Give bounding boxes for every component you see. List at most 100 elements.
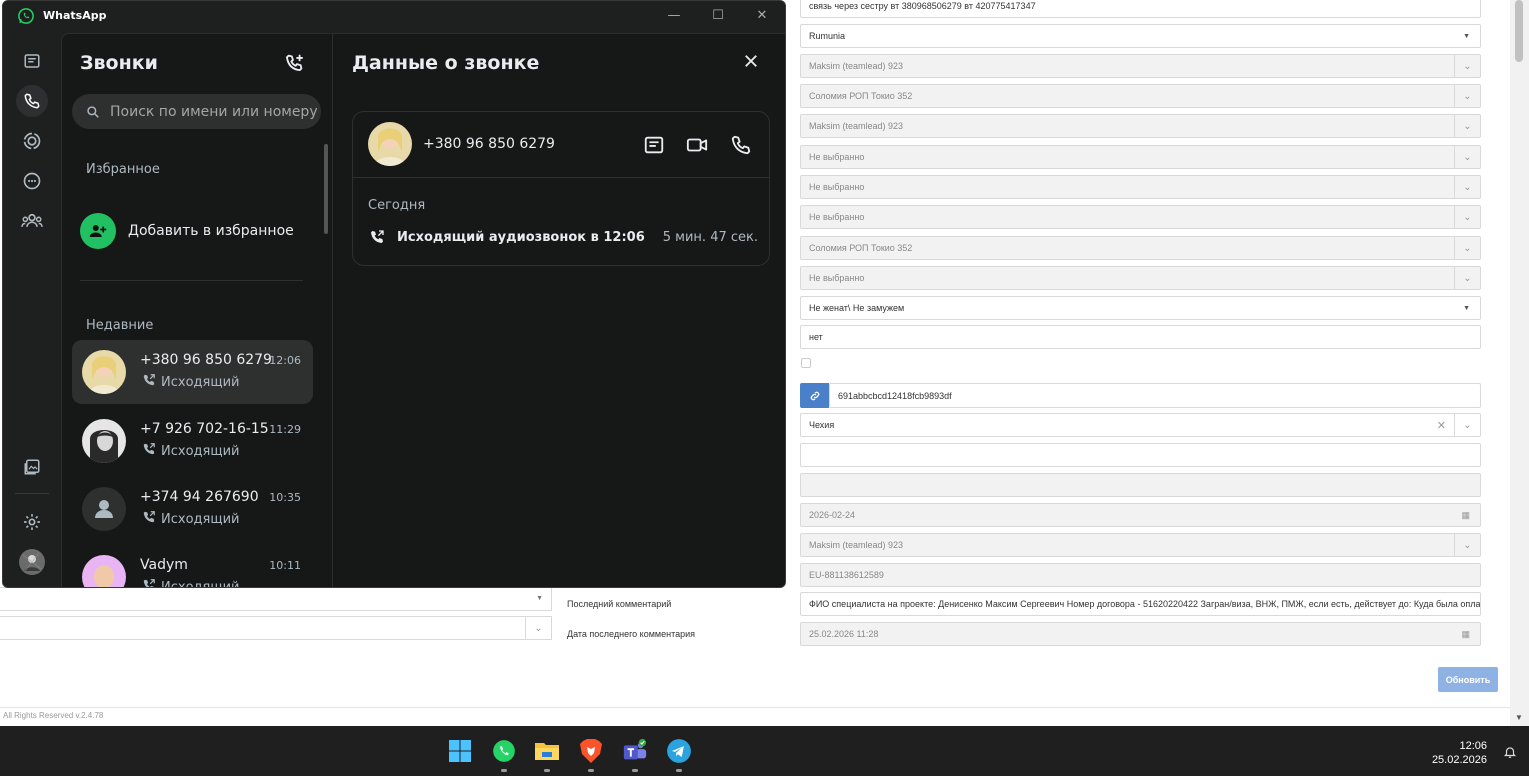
- outgoing-call-icon: [142, 373, 161, 391]
- upper-field-value: Rumunia: [809, 31, 846, 41]
- upper-field-value: связь через сестру вт 380968506279 вт 42…: [809, 1, 1036, 11]
- left-select-1[interactable]: ▼: [0, 587, 552, 611]
- call-list-item[interactable]: Vadym 10:11 Исходящий: [72, 545, 313, 588]
- upper-field-6: Не выбранно ⌄: [800, 175, 1481, 199]
- upper-field-1[interactable]: Rumunia ▼: [800, 24, 1481, 48]
- close-window-icon[interactable]: ✕: [751, 6, 773, 26]
- whatsapp-logo-icon: [18, 8, 34, 24]
- whatsapp-icon[interactable]: [491, 738, 517, 764]
- call-list-item[interactable]: +374 94 267690 10:35 Исходящий: [72, 477, 313, 541]
- update-button[interactable]: Обновить: [1438, 667, 1498, 692]
- upper-field-value: Не женат\ Не замужем: [809, 303, 905, 313]
- video-call-icon[interactable]: [686, 134, 708, 156]
- windows-start-icon[interactable]: [447, 738, 473, 764]
- add-favorite-button[interactable]: Добавить в избранное: [80, 213, 294, 249]
- page-scrollbar[interactable]: ▼: [1510, 0, 1529, 726]
- chats-icon[interactable]: [16, 45, 48, 77]
- contact-avatar: [82, 487, 126, 531]
- upper-field-4: Maksim (teamlead) 923 ⌄: [800, 114, 1481, 138]
- call-direction: Исходящий: [142, 510, 239, 528]
- section-divider: [80, 280, 303, 281]
- upper-field-11[interactable]: нет: [800, 325, 1481, 349]
- minimize-icon[interactable]: —: [663, 6, 685, 26]
- upper-field-value: Не выбранно: [809, 152, 865, 162]
- link-id-value: 691abbcbcd12418fcb9893df: [838, 390, 952, 401]
- chevron-down-icon: ⌄: [1454, 115, 1480, 137]
- running-indicator: [501, 769, 507, 772]
- title-bar[interactable]: WhatsApp — ☐ ✕: [3, 1, 785, 33]
- maximize-icon[interactable]: ☐: [707, 6, 729, 26]
- search-bar[interactable]: [72, 94, 321, 129]
- outgoing-call-icon: [142, 510, 161, 528]
- call-direction-label: Исходящий: [161, 511, 240, 527]
- call-list-item[interactable]: +7 926 702-16-15 11:29 Исходящий: [72, 409, 313, 473]
- country-value: Чехия: [809, 420, 835, 430]
- upper-field-8: Соломия РОП Токио 352 ⌄: [800, 236, 1481, 260]
- brave-browser-icon[interactable]: [578, 738, 604, 764]
- upper-field-0[interactable]: связь через сестру вт 380968506279 вт 42…: [800, 0, 1481, 18]
- outgoing-call-icon: [369, 229, 385, 248]
- close-icon[interactable]: [742, 52, 760, 73]
- country-select[interactable]: Чехия ✕ ⌄: [800, 413, 1481, 437]
- left-select-2[interactable]: ⌄: [0, 616, 552, 640]
- lower-field-1: [800, 473, 1481, 497]
- upper-field-3: Соломия РОП Токио 352 ⌄: [800, 84, 1481, 108]
- message-icon[interactable]: [643, 134, 665, 156]
- scrollbar-thumb[interactable]: [1515, 0, 1523, 62]
- upper-field-value: Maksim (teamlead) 923: [809, 61, 904, 71]
- call-direction: Исходящий: [142, 442, 239, 460]
- calls-icon[interactable]: [16, 85, 48, 117]
- upper-field-value: Не выбранно: [809, 212, 865, 222]
- crm-checkbox[interactable]: [801, 358, 811, 368]
- clear-icon[interactable]: ✕: [1437, 419, 1446, 432]
- upper-field-2: Maksim (teamlead) 923 ⌄: [800, 54, 1481, 78]
- chevron-down-icon: ⌄: [1454, 55, 1480, 77]
- contact-avatar: [82, 419, 126, 463]
- panel-scrollbar[interactable]: [324, 144, 328, 234]
- favorites-label: Избранное: [86, 162, 160, 177]
- file-explorer-icon[interactable]: [534, 738, 560, 764]
- chevron-down-icon[interactable]: ⌄: [1454, 414, 1480, 436]
- add-favorite-label: Добавить в избранное: [128, 223, 294, 239]
- chevron-down-icon: ⌄: [525, 617, 551, 639]
- profile-avatar[interactable]: [16, 546, 48, 578]
- lower-field-value: 25.02.2026 11:28: [809, 629, 879, 639]
- lower-field-0[interactable]: [800, 443, 1481, 467]
- clock-time: 12:06: [1459, 740, 1487, 752]
- running-indicator: [544, 769, 550, 772]
- running-indicator: [676, 769, 682, 772]
- lower-field-value: Maksim (teamlead) 923: [809, 540, 904, 550]
- chevron-down-icon: ⌄: [1454, 267, 1480, 289]
- teams-icon[interactable]: [622, 738, 648, 764]
- chevron-down-icon: ⌄: [1454, 237, 1480, 259]
- chevron-down-icon: ⌄: [1454, 176, 1480, 198]
- call-list-item[interactable]: +380 96 850 6279 12:06 Исходящий: [72, 340, 313, 404]
- day-label: Сегодня: [368, 198, 426, 213]
- call-direction-label: Исходящий: [161, 374, 240, 390]
- call-direction-label: Исходящий: [161, 579, 240, 588]
- new-call-icon[interactable]: [284, 52, 306, 77]
- status-icon[interactable]: [16, 125, 48, 157]
- call-time: 10:11: [269, 559, 301, 572]
- search-input[interactable]: [110, 103, 320, 120]
- media-icon[interactable]: [16, 451, 48, 483]
- scroll-down-icon[interactable]: ▼: [1515, 713, 1523, 722]
- link-id-field[interactable]: 691abbcbcd12418fcb9893df: [829, 383, 1481, 408]
- telegram-icon[interactable]: [666, 738, 692, 764]
- communities-icon[interactable]: [16, 205, 48, 237]
- calendar-icon: ▦: [1461, 628, 1470, 639]
- whatsapp-window: WhatsApp — ☐ ✕ Звонки Поиск по имени или…: [2, 0, 786, 588]
- chevron-down-icon: ⌄: [1454, 85, 1480, 107]
- settings-icon[interactable]: [16, 506, 48, 538]
- link-button[interactable]: [800, 383, 829, 408]
- channels-icon[interactable]: [16, 165, 48, 197]
- voice-call-icon[interactable]: [730, 134, 752, 156]
- lower-field-5[interactable]: ФИО специалиста на проекте: Денисенко Ма…: [800, 592, 1481, 616]
- upper-field-10[interactable]: Не женат\ Не замужем ▼: [800, 296, 1481, 320]
- calendar-icon: ▦: [1461, 509, 1470, 520]
- last-comment-date-label: Дата последнего комментария: [567, 629, 696, 639]
- contact-avatar[interactable]: [368, 122, 412, 166]
- notification-bell-icon[interactable]: [1503, 745, 1517, 762]
- system-clock[interactable]: 12:06 25.02.2026: [1432, 739, 1487, 767]
- details-title: Данные о звонке: [352, 52, 540, 74]
